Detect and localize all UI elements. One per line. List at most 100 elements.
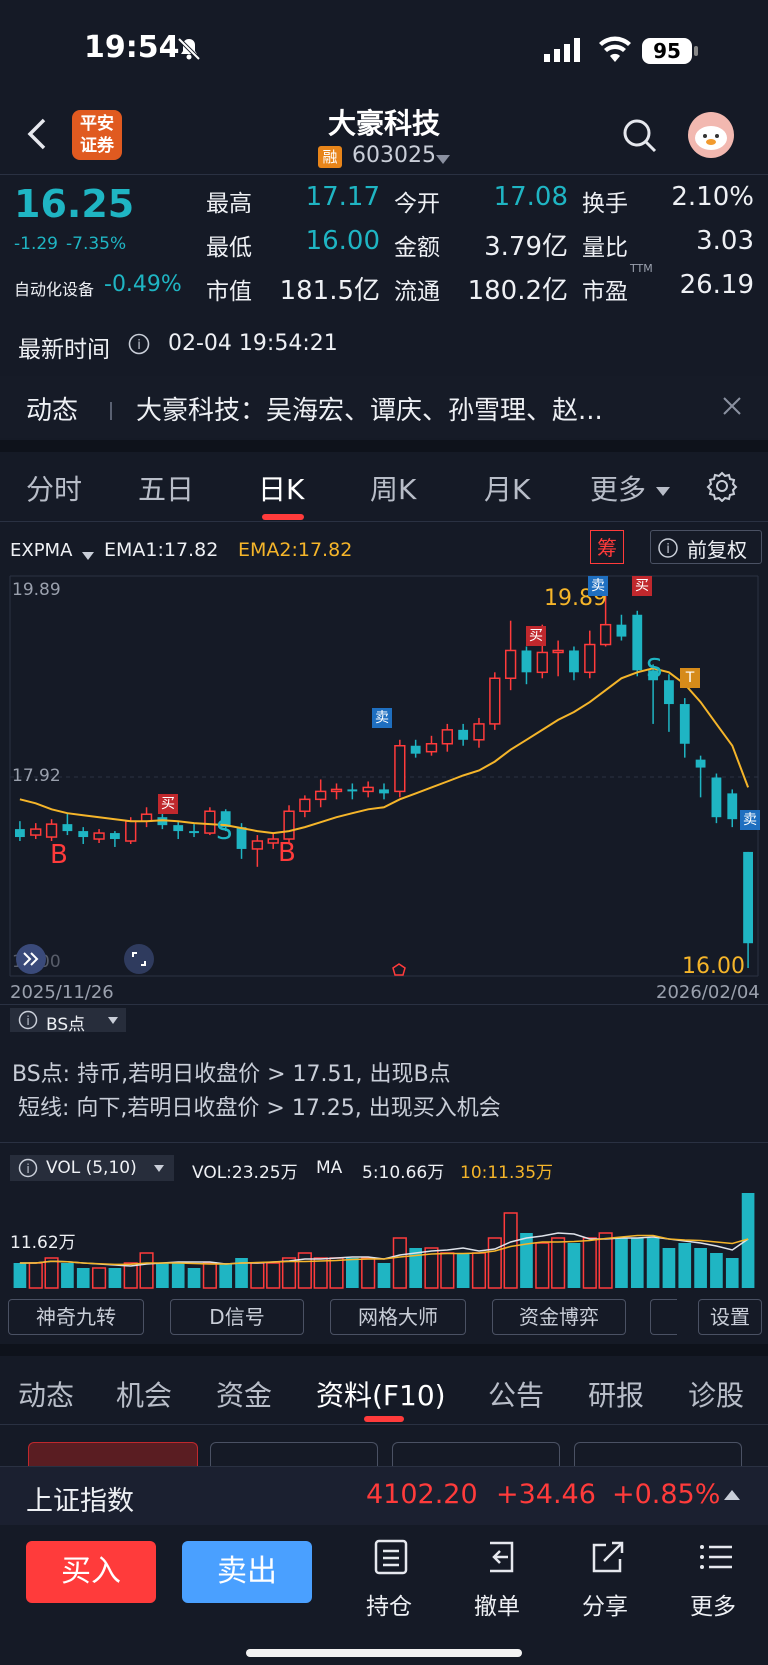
field-label-low: 最低	[206, 235, 252, 261]
candle-body	[189, 831, 199, 834]
subtab-peek	[392, 1442, 560, 1467]
volume-bar	[76, 1268, 90, 1288]
positions-button[interactable]: 持仓	[356, 1537, 426, 1627]
bottom-toolbar: 买入 卖出 持仓 撤单 分享 更多	[0, 1525, 768, 1665]
chevron-down-icon[interactable]	[436, 150, 450, 169]
settings-button[interactable]: 设置	[698, 1299, 762, 1335]
close-icon[interactable]	[722, 396, 742, 420]
volume-bar	[456, 1253, 470, 1288]
fast-forward-icon[interactable]	[16, 944, 46, 974]
candle-body	[283, 810, 295, 840]
sector-change[interactable]: -0.49%	[104, 272, 182, 297]
s-point-label: S	[646, 654, 663, 684]
latest-time-label: 最新时间	[18, 337, 110, 363]
volume-bar	[392, 1237, 407, 1289]
bs-text-line2: 短线: 向下,若明日收盘价 > 17.25, 出现买入机会	[18, 1096, 501, 1121]
volume-bar	[551, 1237, 566, 1289]
section-gap	[0, 1344, 768, 1356]
avatar[interactable]	[688, 112, 734, 158]
stock-code[interactable]: 603025	[352, 143, 436, 168]
candle-body	[62, 824, 73, 832]
d-signal-button[interactable]: D信号	[170, 1299, 304, 1335]
tab-monthly-k[interactable]: 月K	[484, 468, 530, 508]
sector-name[interactable]: 自动化设备	[14, 276, 94, 300]
volume-bar	[156, 1263, 169, 1288]
news-banner[interactable]: 动态 大豪科技：吴海宏、谭庆、孙雪理、赵...	[0, 376, 768, 438]
index-change: +34.46	[496, 1479, 596, 1510]
candle-body	[15, 829, 25, 838]
field-value-market-cap: 181.5亿	[279, 276, 380, 306]
event-marker-icon[interactable]	[392, 962, 406, 981]
news-text[interactable]: 大豪科技：吴海宏、谭庆、孙雪理、赵...	[136, 390, 706, 427]
indicator-dropdown-icon[interactable]	[82, 546, 94, 565]
info-tab-f10[interactable]: 资料(F10)	[316, 1374, 446, 1414]
x-axis-start-label: 2025/11/26	[10, 982, 114, 1003]
candle-body	[173, 825, 184, 832]
info-tab-opportunity[interactable]: 机会	[116, 1374, 172, 1414]
subtab-peek	[28, 1442, 198, 1467]
caret-down-icon	[154, 1165, 164, 1172]
volume-bar	[28, 1262, 43, 1289]
chip-distribution-badge[interactable]: 筹	[590, 530, 624, 564]
info-tab-research[interactable]: 研报	[588, 1374, 644, 1414]
candle-body	[267, 838, 279, 844]
caret-down-icon	[108, 1017, 118, 1024]
price-change: -1.29	[14, 234, 58, 254]
b-point-label: B	[50, 840, 68, 870]
info-tab-announcements[interactable]: 公告	[488, 1374, 544, 1414]
buy-button[interactable]: 买入	[26, 1541, 156, 1603]
tab-minute[interactable]: 分时	[26, 468, 82, 508]
divider	[0, 1424, 768, 1425]
bs-indicator-selector[interactable]: i BS点	[10, 1008, 126, 1035]
candle-body	[695, 759, 706, 768]
fund-game-button[interactable]: 资金博弈	[492, 1299, 626, 1335]
field-label-amount: 金额	[394, 235, 440, 261]
volume-indicator-selector[interactable]: i VOL (5,10)	[10, 1155, 174, 1181]
field-value-open: 17.08	[493, 182, 568, 212]
share-button[interactable]: 分享	[572, 1537, 642, 1627]
magic-nine-button[interactable]: 神奇九转	[8, 1299, 144, 1335]
info-circle-icon[interactable]: i	[128, 333, 150, 359]
buy-signal-badge: 买	[158, 794, 178, 814]
kline-svg[interactable]	[0, 572, 768, 980]
vol-ma10: 10:11.35万	[460, 1163, 554, 1183]
field-value-volume-ratio: 3.03	[696, 226, 754, 256]
mute-bell-icon	[176, 36, 202, 66]
volume-bar	[139, 1252, 154, 1289]
volume-bar	[219, 1263, 233, 1288]
volume-bar	[678, 1243, 692, 1288]
candle-body	[236, 827, 247, 849]
grid-master-button[interactable]: 网格大师	[330, 1299, 466, 1335]
tab-weekly-k[interactable]: 周K	[370, 468, 416, 508]
kline-chart[interactable]: 19.89 17.92 16.00 19.89 16.00 买 卖 买 卖 买 …	[0, 572, 768, 980]
adjust-button[interactable]: i 前复权	[650, 530, 762, 564]
candle-body	[315, 790, 327, 801]
info-tab-diagnosis[interactable]: 诊股	[688, 1374, 744, 1414]
indicator-name[interactable]: EXPMA	[10, 540, 72, 561]
latest-time: 02-04 19:54:21	[168, 331, 338, 356]
search-icon[interactable]	[622, 118, 658, 158]
info-circle-icon: i	[658, 538, 678, 558]
field-value-float-cap: 180.2亿	[467, 276, 568, 306]
tab-daily-k[interactable]: 日K	[258, 468, 304, 508]
caret-up-icon[interactable]	[724, 1489, 740, 1501]
battery-icon: 95	[642, 38, 692, 64]
tab-five-day[interactable]: 五日	[138, 468, 194, 508]
fullscreen-icon[interactable]	[124, 944, 154, 974]
info-tab-funds[interactable]: 资金	[216, 1374, 272, 1414]
volume-bar	[582, 1237, 597, 1289]
tab-more[interactable]: 更多	[590, 468, 646, 508]
sell-button[interactable]: 卖出	[182, 1541, 312, 1603]
caret-down-icon[interactable]	[656, 482, 670, 501]
sell-signal-badge: 卖	[372, 708, 392, 728]
field-value-amount: 3.79亿	[484, 232, 568, 262]
cancel-order-button[interactable]: 撤单	[464, 1537, 534, 1627]
news-divider	[110, 402, 112, 420]
candle-body	[473, 723, 485, 741]
info-tab-news[interactable]: 动态	[18, 1374, 74, 1414]
more-button[interactable]: 更多	[682, 1537, 752, 1627]
volume-bar	[346, 1258, 359, 1288]
index-bar[interactable]: 上证指数 4102.20 +34.46 +0.85%	[0, 1466, 768, 1525]
extra-feature-button[interactable]	[650, 1299, 677, 1335]
gear-icon[interactable]	[706, 470, 738, 506]
